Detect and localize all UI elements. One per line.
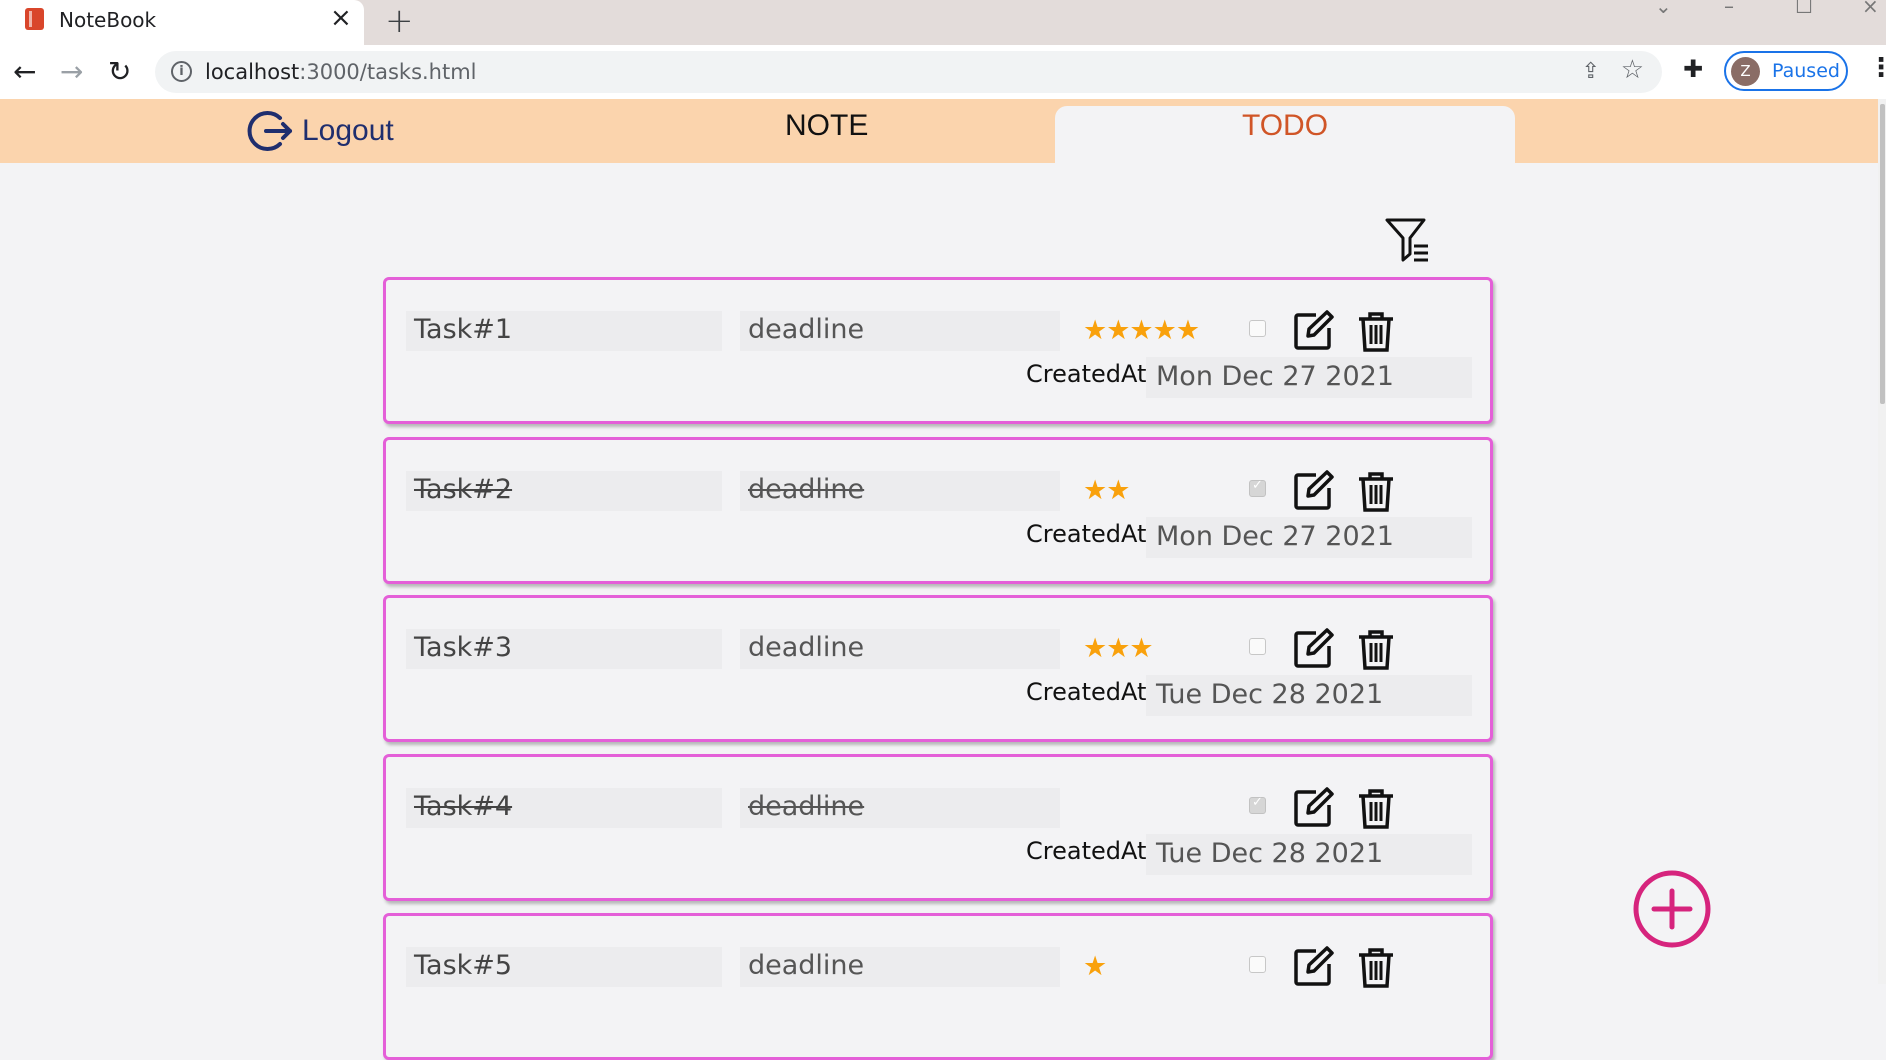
created-at-label: CreatedAt: — [1026, 520, 1155, 548]
edit-icon[interactable] — [1292, 628, 1334, 670]
tab-search-icon[interactable]: ⌄ — [1655, 0, 1672, 18]
done-checkbox[interactable] — [1249, 320, 1266, 337]
created-at-label: CreatedAt: — [1026, 678, 1155, 706]
logout-icon — [247, 111, 292, 151]
add-task-icon[interactable] — [1632, 869, 1712, 949]
url-text[interactable]: localhost:3000/tasks.html — [205, 60, 477, 84]
tab-todo[interactable]: TODO — [1055, 106, 1515, 163]
profile-status: Paused — [1772, 60, 1840, 82]
logout-button[interactable]: Logout — [246, 105, 394, 157]
task-name-field[interactable]: Task#3 — [406, 629, 722, 669]
edit-icon[interactable] — [1292, 946, 1334, 988]
rating-stars[interactable]: ★★★★★ — [1083, 315, 1200, 346]
page-scrollbar-thumb[interactable] — [1880, 104, 1885, 404]
done-checkbox[interactable] — [1249, 795, 1266, 814]
tab-title: NoteBook — [59, 8, 157, 32]
browser-tabstrip: NoteBook × + ⌄ – ☐ × — [0, 0, 1886, 45]
task-card: Task#2 deadline ★★ CreatedAt: Mon Dec 27… — [383, 437, 1493, 584]
profile-button[interactable]: Z Paused — [1724, 51, 1848, 91]
task-card: Task#4 deadline CreatedAt: Tue Dec 28 20… — [383, 754, 1493, 901]
task-name-field[interactable]: Task#1 — [406, 311, 722, 351]
rating-stars[interactable]: ★ — [1083, 951, 1107, 982]
created-at-value: Tue Dec 28 2021 — [1146, 675, 1472, 716]
task-name-field[interactable]: Task#2 — [406, 471, 722, 511]
done-checkbox[interactable] — [1249, 956, 1266, 973]
browser-menu-icon[interactable]: ⋮ — [1868, 53, 1886, 83]
trash-icon[interactable] — [1355, 470, 1397, 512]
task-deadline-field[interactable]: deadline — [740, 311, 1060, 351]
site-info-icon[interactable]: i — [171, 61, 192, 82]
bookmark-star-icon[interactable]: ☆ — [1621, 55, 1644, 85]
edit-icon[interactable] — [1292, 470, 1334, 512]
created-at-label: CreatedAt: — [1026, 837, 1155, 865]
tab-close-icon[interactable]: × — [330, 3, 352, 33]
tab-note[interactable]: NOTE — [785, 109, 868, 143]
maximize-icon[interactable]: ☐ — [1795, 0, 1813, 18]
task-deadline-field[interactable]: deadline — [740, 947, 1060, 987]
address-bar[interactable]: i localhost:3000/tasks.html ⇪ ☆ — [155, 51, 1662, 93]
task-card: Task#1 deadline ★★★★★ CreatedAt: Mon Dec… — [383, 277, 1493, 424]
done-checkbox[interactable] — [1249, 478, 1266, 497]
avatar: Z — [1731, 57, 1760, 86]
created-at-value: Tue Dec 28 2021 — [1146, 834, 1472, 875]
task-deadline-field[interactable]: deadline — [740, 629, 1060, 669]
task-deadline-field[interactable]: deadline — [740, 471, 1060, 511]
browser-tab[interactable]: NoteBook × — [0, 0, 364, 45]
edit-icon[interactable] — [1292, 787, 1334, 829]
created-at-value: Mon Dec 27 2021 — [1146, 357, 1472, 398]
trash-icon[interactable] — [1355, 310, 1397, 352]
trash-icon[interactable] — [1355, 628, 1397, 670]
task-card: Task#3 deadline ★★★ CreatedAt: Tue Dec 2… — [383, 595, 1493, 742]
task-deadline-field[interactable]: deadline — [740, 788, 1060, 828]
task-card: Task#5 deadline ★ — [383, 913, 1493, 1060]
created-at-value: Mon Dec 27 2021 — [1146, 517, 1472, 558]
app-header: Logout NOTE TODO — [0, 99, 1886, 163]
new-tab-icon[interactable]: + — [385, 1, 414, 41]
browser-toolbar: ← → ↻ i localhost:3000/tasks.html ⇪ ☆ ✚ … — [0, 45, 1886, 99]
created-at-label: CreatedAt: — [1026, 360, 1155, 388]
forward-icon[interactable]: → — [60, 55, 83, 88]
task-name-field[interactable]: Task#5 — [406, 947, 722, 987]
window-close-icon[interactable]: × — [1862, 0, 1879, 18]
done-checkbox[interactable] — [1249, 638, 1266, 655]
reload-icon[interactable]: ↻ — [108, 55, 131, 88]
rating-stars[interactable]: ★★★ — [1083, 633, 1154, 664]
trash-icon[interactable] — [1355, 946, 1397, 988]
filter-icon[interactable] — [1384, 216, 1430, 264]
trash-icon[interactable] — [1355, 787, 1397, 829]
extensions-icon[interactable]: ✚ — [1683, 55, 1703, 83]
back-icon[interactable]: ← — [13, 55, 36, 88]
rating-stars[interactable]: ★★ — [1083, 475, 1130, 506]
edit-icon[interactable] — [1292, 310, 1334, 352]
logout-label: Logout — [302, 114, 394, 147]
share-icon[interactable]: ⇪ — [1582, 59, 1600, 84]
minimize-icon[interactable]: – — [1724, 0, 1734, 18]
notebook-favicon-icon — [25, 8, 44, 30]
task-name-field[interactable]: Task#4 — [406, 788, 722, 828]
